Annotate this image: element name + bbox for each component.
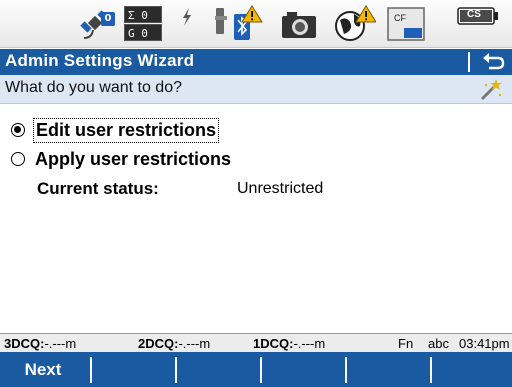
softkey-f6[interactable] xyxy=(432,352,512,387)
dcq-1d: 1DCQ:-.---m xyxy=(253,336,325,351)
bluetooth-link-warning-icon[interactable] xyxy=(212,4,266,44)
title-divider xyxy=(468,52,470,72)
title-bar: Admin Settings Wizard xyxy=(0,49,512,75)
option-edit-user-restrictions[interactable]: Edit user restrictions xyxy=(11,117,220,143)
softkey-f4[interactable] xyxy=(262,352,344,387)
fn-indicator: Fn xyxy=(398,336,414,351)
dcq-1d-value: -.---m xyxy=(293,336,326,351)
current-status-label: Current status: xyxy=(37,179,159,198)
current-status-value: Unrestricted xyxy=(237,180,324,197)
battery-icon[interactable]: CS xyxy=(456,4,502,44)
softkey-bar: Next xyxy=(0,352,512,387)
count-sigma: Σ 0 xyxy=(124,6,162,23)
wizard-content: Edit user restrictions Apply user restri… xyxy=(0,105,512,333)
question-bar: What do you want to do? xyxy=(0,75,512,104)
question-text: What do you want to do? xyxy=(5,79,182,96)
info-bar: 3DCQ:-.---m 2DCQ:-.---m 1DCQ:-.---m Fn a… xyxy=(0,333,512,352)
satellite-icon[interactable]: 0 xyxy=(78,4,118,44)
battery-label: CS xyxy=(467,9,481,20)
option-label: Edit user restrictions xyxy=(33,117,220,143)
return-arrow-icon[interactable] xyxy=(478,50,508,74)
cf-label: CF xyxy=(394,13,406,23)
input-mode-indicator[interactable]: abc xyxy=(428,336,449,351)
softkey-f2[interactable] xyxy=(92,352,174,387)
dcq-3d-value: -.---m xyxy=(44,336,77,351)
dcq-2d: 2DCQ:-.---m xyxy=(138,336,210,351)
magic-wand-icon xyxy=(478,77,504,103)
dcq-2d-value: -.---m xyxy=(178,336,211,351)
cf-card-icon[interactable]: CF xyxy=(386,4,428,44)
next-button[interactable]: Next xyxy=(0,352,86,387)
radio-button-selected[interactable] xyxy=(11,123,25,137)
status-bar: 0 Σ 0 G 0 CF CS xyxy=(0,0,512,48)
window-title: Admin Settings Wizard xyxy=(5,51,195,70)
dcq-2d-label: 2DCQ: xyxy=(138,336,179,351)
option-apply-user-restrictions[interactable]: Apply user restrictions xyxy=(11,146,233,172)
count-gps: G 0 xyxy=(124,24,162,41)
softkey-f3[interactable] xyxy=(177,352,259,387)
camera-icon[interactable] xyxy=(278,4,322,44)
globe-warning-icon[interactable] xyxy=(332,4,377,44)
lightning-icon xyxy=(178,4,196,44)
radio-button[interactable] xyxy=(11,152,25,166)
solution-count-icon[interactable]: Σ 0 G 0 xyxy=(124,4,164,44)
dcq-1d-label: 1DCQ: xyxy=(253,336,294,351)
option-label: Apply user restrictions xyxy=(35,148,232,169)
dcq-3d-label: 3DCQ: xyxy=(4,336,45,351)
dcq-3d: 3DCQ:-.---m xyxy=(4,336,76,351)
satellite-count: 0 xyxy=(101,12,115,26)
softkey-f5[interactable] xyxy=(347,352,429,387)
clock: 03:41pm xyxy=(459,336,510,351)
